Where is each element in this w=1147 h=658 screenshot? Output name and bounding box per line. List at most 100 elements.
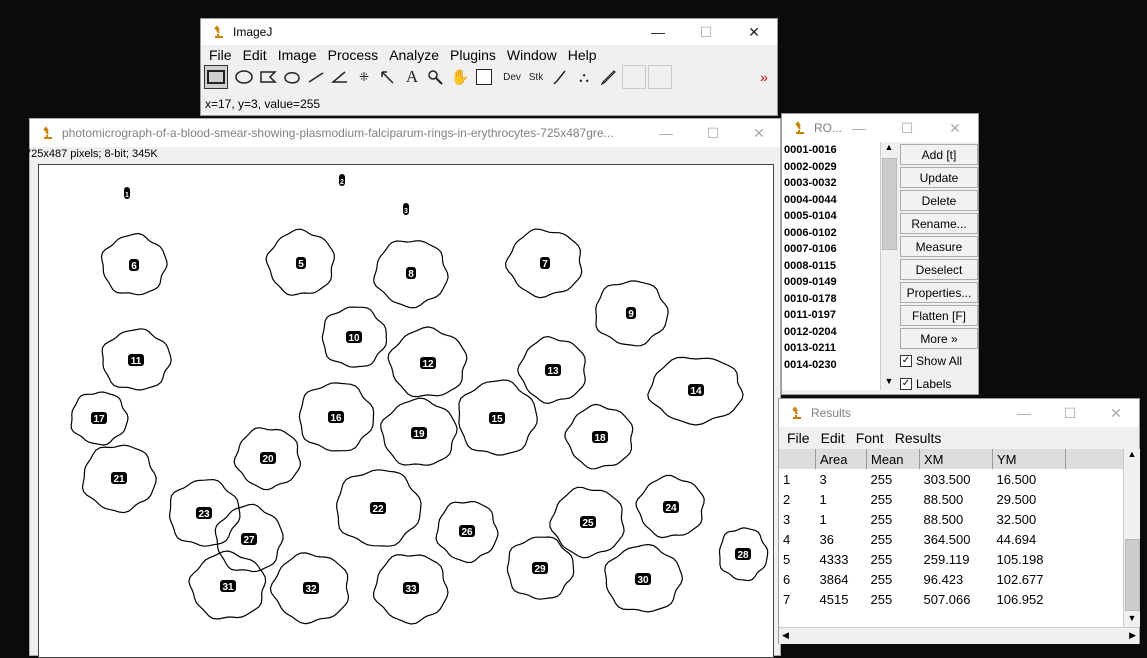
minimize-button[interactable]: — — [836, 114, 882, 142]
text-tool[interactable]: A — [400, 65, 424, 89]
wand-tool[interactable] — [376, 65, 400, 89]
table-row[interactable]: 3 1 255 88.500 32.500 — [779, 509, 1131, 529]
maximize-button[interactable]: ☐ — [690, 119, 736, 147]
column-header[interactable]: YM — [992, 449, 1066, 469]
roi-list[interactable]: 0001-0016 0002-0029 0003-0032 0004-0044 0005… — [782, 142, 883, 390]
imagej-titlebar[interactable]: ImageJ — ☐ ✕ — [201, 19, 777, 45]
color-picker-tool[interactable] — [472, 65, 496, 89]
roi-button-properties[interactable]: Properties... — [900, 282, 978, 303]
roi-list-item[interactable]: 0008-0115 — [782, 258, 882, 275]
image-titlebar[interactable]: photomicrograph-of-a-blood-smear-showing… — [30, 119, 780, 147]
minimize-button[interactable]: — — [1001, 399, 1047, 427]
roi-list-item[interactable]: 0014-0230 — [782, 357, 882, 374]
table-row[interactable]: 6 3864 255 96.423 102.677 — [779, 569, 1131, 589]
roi-button-update[interactable]: Update — [900, 167, 978, 188]
polygon-tool[interactable] — [256, 65, 280, 89]
table-row[interactable]: 4 36 255 364.500 44.694 — [779, 529, 1131, 549]
roi-list-item[interactable]: 0006-0102 — [782, 225, 882, 242]
table-row[interactable]: 1 3 255 303.500 16.500 — [779, 469, 1131, 489]
results-hscrollbar[interactable]: ◀ ▶ — [779, 627, 1139, 644]
minimize-button[interactable]: — — [643, 119, 689, 147]
results-titlebar[interactable]: Results — ☐ ✕ — [779, 399, 1139, 427]
close-button[interactable]: ✕ — [1093, 399, 1139, 427]
results-vscrollbar[interactable]: ▲ ▼ — [1123, 449, 1140, 627]
roi-button-add-t[interactable]: Add [t] — [900, 144, 978, 165]
roi-button-deselect[interactable]: Deselect — [900, 259, 978, 280]
roi-list-item[interactable]: 0004-0044 — [782, 192, 882, 209]
point-tool[interactable]: ⁜ — [352, 65, 376, 89]
scroll-down-arrow-icon[interactable]: ▼ — [881, 376, 897, 390]
roi-button-delete[interactable]: Delete — [900, 190, 978, 211]
empty-tool-slot-1[interactable] — [622, 65, 646, 89]
roi-list-item[interactable]: 0001-0016 — [782, 142, 882, 159]
line-tool[interactable] — [304, 65, 328, 89]
scroll-left-arrow-icon[interactable]: ◀ — [782, 630, 789, 641]
roi-list-item[interactable]: 0002-0029 — [782, 159, 882, 176]
roi-list-item[interactable]: 0009-0149 — [782, 274, 882, 291]
maximize-button[interactable]: ☐ — [884, 114, 930, 142]
imagej-edit-menu[interactable]: Edit — [243, 47, 267, 63]
scroll-thumb[interactable] — [882, 158, 897, 250]
freehand-tool[interactable] — [280, 65, 304, 89]
roi-list-item[interactable]: 0003-0032 — [782, 175, 882, 192]
hand-tool[interactable]: ✋ — [448, 65, 472, 89]
results-results-menu[interactable]: Results — [895, 430, 942, 446]
pencil-tool[interactable] — [596, 65, 620, 89]
imagej-window-menu[interactable]: Window — [507, 47, 557, 63]
results-edit-menu[interactable]: Edit — [821, 430, 845, 446]
roi-button-measure[interactable]: Measure — [900, 236, 978, 257]
column-header[interactable] — [779, 449, 816, 469]
oval-tool[interactable] — [232, 65, 256, 89]
maximize-button[interactable]: ☐ — [1047, 399, 1093, 427]
roi-list-item[interactable]: 0010-0178 — [782, 291, 882, 308]
table-row[interactable]: 5 4333 255 259.119 105.198 — [779, 549, 1131, 569]
results-font-menu[interactable]: Font — [856, 430, 884, 446]
angle-tool[interactable] — [328, 65, 352, 89]
roi-list-item[interactable]: 0007-0106 — [782, 241, 882, 258]
stk-menu-button[interactable]: Stk — [524, 65, 548, 89]
roi-button-rename[interactable]: Rename... — [900, 213, 978, 234]
roi-list-item[interactable]: 0013-0211 — [782, 340, 882, 357]
flood-fill-tool[interactable]: ⛬ — [572, 65, 596, 89]
imagej-image-menu[interactable]: Image — [278, 47, 317, 63]
table-row[interactable]: 2 1 255 88.500 29.500 — [779, 489, 1131, 509]
roi-label-text: 14 — [690, 386, 702, 397]
close-button[interactable]: ✕ — [736, 119, 782, 147]
imagej-analyze-menu[interactable]: Analyze — [389, 47, 439, 63]
brush-tool[interactable] — [548, 65, 572, 89]
more-tools-button[interactable]: » — [752, 65, 776, 89]
results-file-menu[interactable]: File — [787, 430, 810, 446]
results-table[interactable]: Area Mean XM YM 1 3 255 303.500 16.500 2 1 255 88.50… — [779, 449, 1131, 609]
imagej-help-menu[interactable]: Help — [568, 47, 597, 63]
dev-menu-button[interactable]: Dev — [500, 65, 524, 89]
roi-button-flatten-f[interactable]: Flatten [F] — [900, 305, 978, 326]
imagej-process-menu[interactable]: Process — [328, 47, 379, 63]
close-button[interactable]: ✕ — [932, 114, 978, 142]
imagej-file-menu[interactable]: File — [209, 47, 232, 63]
empty-tool-slot-2[interactable] — [648, 65, 672, 89]
roi-scrollbar[interactable]: ▲ ▼ — [880, 142, 897, 390]
minimize-button[interactable]: — — [635, 19, 681, 45]
scroll-up-arrow-icon[interactable]: ▲ — [1124, 449, 1140, 463]
roi-button-more[interactable]: More » — [900, 328, 978, 349]
roi-list-item[interactable]: 0005-0104 — [782, 208, 882, 225]
close-button[interactable]: ✕ — [731, 19, 777, 45]
roi-list-item[interactable]: 0012-0204 — [782, 324, 882, 341]
magnifier-tool[interactable] — [424, 65, 448, 89]
table-row[interactable]: 7 4515 255 507.066 106.952 — [779, 589, 1131, 609]
labels-checkbox[interactable]: ✓ Labels — [900, 377, 951, 391]
image-canvas[interactable]: 1236 5 7891011 12131417 16 1519 18202122232724… — [38, 164, 774, 658]
imagej-plugins-menu[interactable]: Plugins — [450, 47, 496, 63]
scroll-thumb[interactable] — [1125, 539, 1140, 611]
column-header[interactable]: XM — [919, 449, 993, 469]
show-all-checkbox[interactable]: ✓ Show All — [900, 354, 962, 368]
rectangle-tool[interactable] — [204, 65, 228, 89]
column-header[interactable]: Mean — [866, 449, 920, 469]
scroll-up-arrow-icon[interactable]: ▲ — [881, 142, 897, 156]
scroll-right-arrow-icon[interactable]: ▶ — [1129, 630, 1136, 641]
roi-list-item[interactable]: 0011-0197 — [782, 307, 882, 324]
column-header[interactable]: Area — [815, 449, 867, 469]
maximize-button[interactable]: ☐ — [683, 19, 729, 45]
scroll-down-arrow-icon[interactable]: ▼ — [1124, 613, 1140, 627]
roi-titlebar[interactable]: RO... — ☐ ✕ — [782, 114, 978, 142]
